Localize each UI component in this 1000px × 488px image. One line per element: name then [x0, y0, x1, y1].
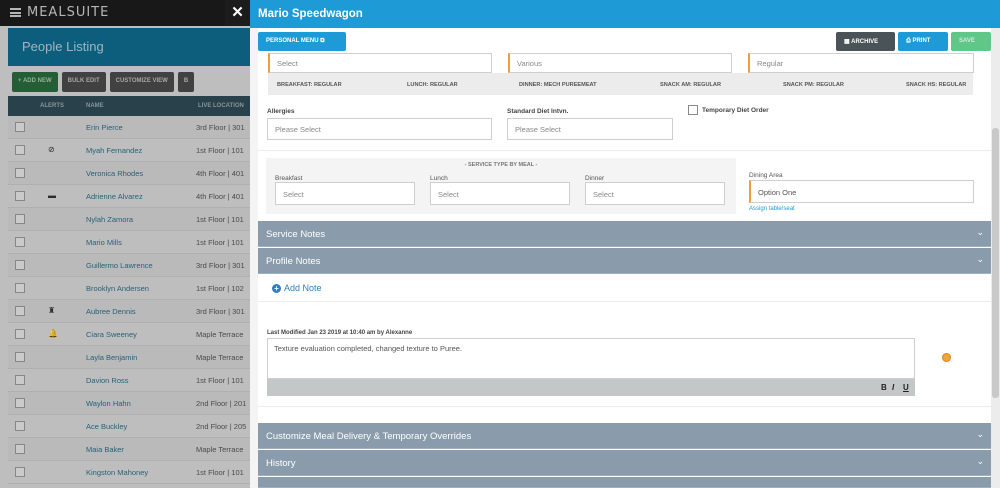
panel-scrollbar[interactable] [991, 28, 1000, 488]
meal-summary: BREAKFAST: REGULAR LUNCH: REGULAR DINNER… [268, 73, 973, 95]
divider [258, 406, 992, 407]
save-button[interactable]: SAVE [951, 32, 991, 51]
diet-select-1[interactable]: Select [268, 53, 492, 73]
customize-delivery-section[interactable]: Customize Meal Delivery & Temporary Over… [258, 423, 992, 449]
underline-button[interactable]: U [903, 383, 909, 392]
lunch-label: Lunch [430, 175, 448, 182]
person-panel: Mario Speedwagon PERSONAL MENU ⧉ ▦ ARCHI… [250, 0, 1000, 488]
scrollbar-thumb[interactable] [992, 128, 999, 398]
next-section[interactable] [258, 477, 992, 488]
dinner-label: Dinner [585, 175, 605, 182]
summary-snack-hs: SNACK HS: REGULAR [906, 82, 967, 88]
chevron-down-icon: ⌄ [976, 429, 984, 439]
summary-snack-pm: SNACK PM: REGULAR [783, 82, 844, 88]
close-icon[interactable]: ✕ [225, 0, 250, 26]
service-type-label: - SERVICE TYPE BY MEAL - [464, 162, 538, 168]
summary-lunch: LUNCH: REGULAR [407, 82, 458, 88]
dining-select[interactable]: Option One [749, 180, 974, 203]
summary-dinner: DINNER: MECH PUREEMEAT [519, 82, 597, 88]
note-textarea[interactable]: Texture evaluation completed, changed te… [267, 338, 915, 379]
lunch-select[interactable]: Select [430, 182, 570, 205]
diet-select-2[interactable]: Various [508, 53, 732, 73]
profile-notes-label: Profile Notes [266, 256, 321, 267]
app-background: MEALSUITE People Listing + ADD NEW BULK … [0, 0, 1000, 488]
service-type-box: - SERVICE TYPE BY MEAL - Breakfast Selec… [266, 158, 736, 214]
chevron-down-icon: ⌄ [976, 456, 984, 466]
dining-area: Dining Area Option One Assign table/seat [741, 158, 992, 214]
history-section[interactable]: History ⌄ [258, 450, 992, 476]
std-diet-label: Standard Diet Intvn. [507, 108, 569, 115]
breakfast-select[interactable]: Select [275, 182, 415, 205]
std-diet-select[interactable]: Please Select [507, 118, 673, 140]
summary-snack-am: SNACK AM: REGULAR [660, 82, 722, 88]
history-label: History [266, 458, 296, 469]
allergies-select[interactable]: Please Select [267, 118, 492, 140]
temp-diet-checkbox[interactable] [688, 105, 698, 115]
profile-notes-section[interactable]: Profile Notes ⌄ [258, 248, 992, 274]
divider [258, 150, 992, 151]
panel-title: Mario Speedwagon [250, 0, 1000, 28]
chevron-down-icon: ⌄ [976, 227, 984, 237]
temp-diet-label: Temporary Diet Order [702, 107, 769, 114]
diet-select-3[interactable]: Regular [748, 53, 974, 73]
allergies-label: Allergies [267, 108, 295, 115]
dining-label: Dining Area [749, 172, 783, 179]
service-notes-section[interactable]: Service Notes ⌄ [258, 221, 992, 247]
archive-button[interactable]: ▦ ARCHIVE [836, 32, 895, 51]
dinner-select[interactable]: Select [585, 182, 725, 205]
bold-button[interactable]: B [881, 383, 887, 392]
last-modified: Last Modified Jan 23 2019 at 10:40 am by… [267, 330, 413, 336]
italic-button[interactable]: I [892, 383, 894, 392]
plus-icon: + [272, 283, 281, 293]
service-notes-label: Service Notes [266, 229, 326, 240]
print-button[interactable]: ⎙ PRINT [898, 32, 948, 51]
divider [258, 301, 992, 302]
summary-breakfast: BREAKFAST: REGULAR [277, 82, 342, 88]
personal-menu-button[interactable]: PERSONAL MENU ⧉ [258, 32, 346, 51]
breakfast-label: Breakfast [275, 175, 303, 182]
emoji-icon[interactable] [942, 353, 951, 362]
editor-toolbar: B I U [267, 379, 915, 396]
assign-seat-link[interactable]: Assign table/seat [749, 206, 795, 212]
customize-delivery-label: Customize Meal Delivery & Temporary Over… [266, 431, 472, 442]
modal-overlay[interactable] [0, 0, 250, 488]
panel-body: PERSONAL MENU ⧉ ▦ ARCHIVE ⎙ PRINT SAVE S… [258, 28, 992, 488]
chevron-down-icon: ⌄ [976, 254, 984, 264]
add-note-label: Add Note [284, 283, 322, 293]
add-note-button[interactable]: + Add Note [272, 283, 322, 293]
